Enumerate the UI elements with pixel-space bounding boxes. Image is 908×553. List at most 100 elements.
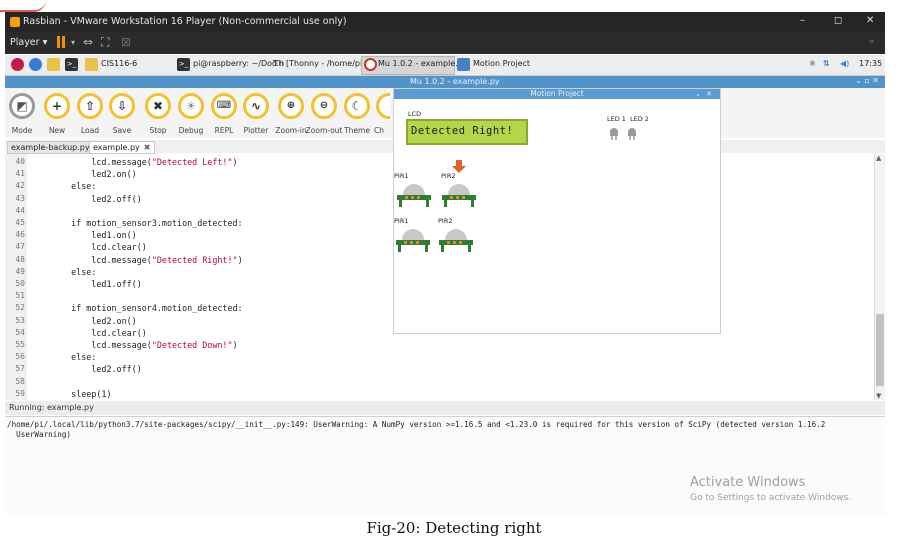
vmware-logo-icon [10, 17, 20, 27]
mu-window-controls[interactable]: ⌄ ▫ ✕ [855, 76, 879, 85]
collapse-arrows-icon[interactable]: « [869, 37, 875, 47]
motion-project-window-icon [457, 58, 470, 71]
activate-windows-watermark: Activate Windows Go to Settings to activ… [690, 475, 851, 503]
code-text: lcd.message("Detected Left!") [51, 157, 238, 167]
folder-icon[interactable] [85, 58, 98, 71]
taskbar-item-thonny[interactable]: [Thonny - /home/pi/... [286, 59, 373, 68]
code-text: led1.on() [51, 230, 137, 241]
vmware-toolbar: Player ▾ ▾ ⇔ ⛶ ⊠ « [5, 32, 885, 54]
close-button[interactable]: ✕ [866, 15, 874, 26]
taskbar-folder-label[interactable]: CIS116-6 [101, 59, 137, 68]
fullscreen-icon[interactable]: ⛶ [101, 35, 109, 50]
editor-scrollbar[interactable]: ▲ ▼ [874, 154, 885, 400]
led2-icon [628, 128, 636, 140]
save-label: Save [112, 126, 132, 135]
clock: 17:35 [859, 59, 883, 68]
load-button[interactable]: ⇧ [77, 93, 103, 119]
pir-sensor-2 [442, 184, 476, 207]
motion-project-minimize[interactable]: ⌄ [695, 89, 701, 99]
browser-icon[interactable] [29, 58, 42, 71]
motion-project-title: Motion Project [394, 89, 720, 99]
activate-windows-title: Activate Windows [690, 475, 806, 490]
line-number: 47 [15, 242, 25, 252]
pir-sensor-4 [439, 229, 473, 252]
terminal-window-icon: >_ [177, 58, 190, 71]
status-bar: Running: example.py [5, 401, 885, 415]
terminal-icon[interactable]: >_ [65, 58, 78, 71]
led-icons [610, 128, 636, 140]
activate-windows-subtitle: Go to Settings to activate Windows. [690, 493, 852, 503]
send-keys-icon[interactable]: ⇔ [83, 35, 93, 49]
file-manager-icon[interactable] [47, 58, 60, 71]
line-number: 41 [15, 169, 25, 179]
pir-sensor-1 [397, 184, 431, 207]
motion-project-close[interactable]: ✕ [706, 89, 712, 99]
led1-label: LED 1 [607, 115, 626, 123]
line-number: 55 [15, 340, 25, 349]
led1-icon [610, 128, 618, 140]
check-button-partial[interactable] [376, 93, 390, 119]
line-number: 43 [15, 193, 25, 203]
scroll-up-icon[interactable]: ▲ [876, 154, 881, 162]
save-button[interactable]: ⇩ [109, 93, 135, 119]
run-status: Running: example.py [9, 403, 94, 412]
unity-icon[interactable]: ⊠ [121, 35, 131, 49]
code-text: if motion_sensor4.motion_detected: [51, 303, 243, 314]
output-text: /home/pi/.local/lib/python3.7/site-packa… [7, 420, 826, 439]
line-number: 56 [15, 352, 25, 362]
vmware-window-title: Rasbian - VMware Workstation 16 Player (… [23, 16, 347, 27]
code-text: led2.off() [51, 364, 142, 375]
led2-label: LED 2 [630, 115, 649, 123]
tab-close-icon[interactable]: ✖ [144, 143, 151, 152]
mu-title-bar: Mu 1.0.2 - example.py ⌄ ▫ ✕ [5, 76, 885, 88]
code-text: led2.on() [51, 169, 137, 180]
new-button[interactable]: + [44, 93, 70, 119]
plotter-button[interactable]: ∿ [243, 93, 269, 119]
line-number: 40 [15, 157, 25, 166]
code-text: lcd.message("Detected Right!") [51, 254, 243, 265]
zoom-in-button[interactable]: ⊕ [278, 93, 304, 119]
figure-caption: Fig-20: Detecting right [366, 519, 542, 537]
scroll-down-icon[interactable]: ▼ [876, 392, 881, 400]
line-number: 49 [15, 266, 25, 276]
repl-button[interactable]: ⌨ [211, 93, 237, 119]
line-number: 57 [15, 364, 25, 374]
lcd-display: Detected Right! [406, 119, 528, 145]
bluetooth-icon[interactable]: ✱ [809, 59, 816, 68]
scrollbar-thumb[interactable] [876, 314, 884, 386]
taskbar-item-mu[interactable]: Mu 1.0.2 - example.py [378, 59, 468, 68]
code-text: else: [51, 266, 97, 277]
taskbar-item-motion-project[interactable]: Motion Project [473, 59, 530, 68]
network-icon[interactable]: ⇅ [823, 59, 830, 68]
line-number: 53 [15, 315, 25, 325]
theme-button[interactable]: ☾ [344, 93, 370, 119]
lcd-text: Detected Right! [411, 125, 514, 137]
plotter-label: Plotter [243, 126, 269, 135]
vmware-title-bar: Rasbian - VMware Workstation 16 Player (… [5, 12, 885, 32]
motion-project-window: Motion Project ⌄ ✕ LCD Detected Right! L… [393, 88, 721, 334]
maximize-button[interactable]: ◻ [834, 15, 842, 26]
debug-button[interactable]: ☀ [178, 93, 204, 119]
raspbian-taskbar: >_ CIS116-6 >_ pi@raspberry: ~/Doc... Th… [5, 55, 885, 76]
player-menu[interactable]: Player ▾ [10, 37, 47, 48]
pause-icon[interactable] [57, 36, 60, 48]
code-text: led2.on() [51, 315, 137, 326]
lcd-label: LCD [408, 110, 422, 118]
code-text: else: [51, 181, 97, 192]
minimize-button[interactable]: – [800, 15, 805, 26]
zoom-out-button[interactable]: ⊖ [311, 93, 337, 119]
mode-button[interactable]: ◩ [9, 93, 35, 119]
string-literal: "Detected Right!" [151, 254, 238, 265]
code-text: led1.off() [51, 279, 142, 289]
line-number: 51 [15, 291, 25, 301]
tab-example[interactable]: example.py ✖ [89, 141, 155, 154]
volume-icon[interactable]: ◀) [840, 59, 849, 68]
stop-button[interactable]: ✖ [145, 93, 171, 119]
dropdown-arrow-icon[interactable]: ▾ [71, 38, 75, 47]
code-text: lcd.message("Detected Down!") [51, 340, 238, 350]
taskbar-item-terminal[interactable]: pi@raspberry: ~/Doc... [193, 59, 284, 68]
mode-label: Mode [11, 126, 33, 135]
line-number: 45 [15, 218, 25, 227]
raspberry-menu-icon[interactable] [11, 58, 24, 71]
line-number: 52 [15, 303, 25, 313]
